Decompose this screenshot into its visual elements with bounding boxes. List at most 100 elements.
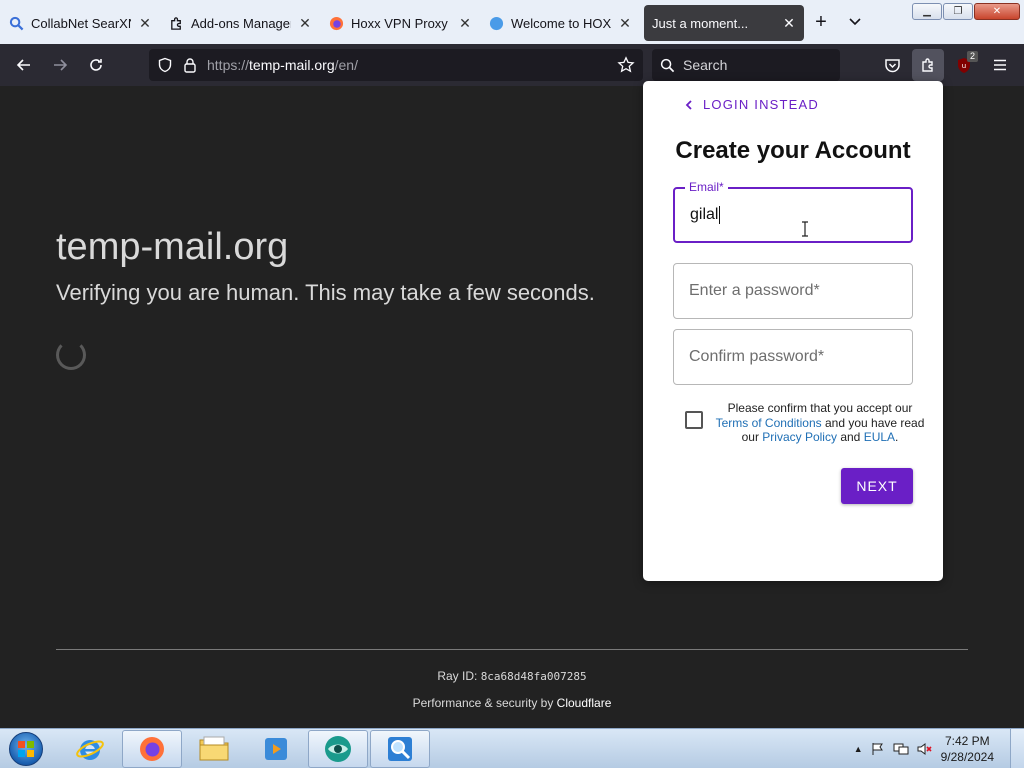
chevron-down-icon bbox=[849, 18, 861, 26]
globe-icon bbox=[488, 15, 504, 31]
menu-button[interactable] bbox=[984, 49, 1016, 81]
blocked-count-badge: 2 bbox=[966, 51, 978, 62]
taskbar-magnifier[interactable] bbox=[370, 729, 430, 768]
reload-button[interactable] bbox=[80, 49, 112, 81]
system-tray: ▲ 7:42 PM 9/28/2024 bbox=[854, 729, 994, 768]
back-button[interactable] bbox=[8, 49, 40, 81]
toolbar-buttons: u 2 bbox=[876, 49, 1016, 81]
internet-explorer-icon bbox=[76, 739, 104, 760]
tab-list-button[interactable] bbox=[838, 4, 872, 40]
text-cursor-icon bbox=[802, 221, 808, 237]
firefox-icon bbox=[140, 736, 164, 761]
verification-message: Verifying you are human. This may take a… bbox=[56, 280, 595, 305]
media-player-icon bbox=[265, 737, 287, 760]
url-bar[interactable]: https://temp-mail.org/en/ bbox=[149, 49, 643, 81]
password-placeholder: Enter a password* bbox=[689, 282, 820, 299]
taskbar-internet-explorer[interactable] bbox=[60, 730, 120, 768]
tab-title: Welcome to HOXX bbox=[511, 15, 611, 31]
search-bar[interactable]: Search bbox=[652, 49, 840, 81]
navigation-bar: https://temp-mail.org/en/ Search u 2 bbox=[0, 44, 1024, 86]
network-icon[interactable] bbox=[893, 742, 909, 756]
forward-arrow-icon bbox=[54, 59, 68, 71]
create-account-popup: LOGIN INSTEAD Create your Account Email*… bbox=[643, 81, 943, 581]
window-controls: ▁ ❐ ✕ bbox=[912, 3, 1020, 20]
tab-hoxx-proxy[interactable]: Hoxx VPN Proxy – G ✕ bbox=[320, 5, 480, 41]
system-clock[interactable]: 7:42 PM 9/28/2024 bbox=[941, 733, 994, 765]
tab-close-icon[interactable]: ✕ bbox=[618, 15, 632, 32]
password-field[interactable]: Enter a password* bbox=[673, 263, 913, 319]
tab-title: Add-ons Manager bbox=[191, 15, 291, 31]
login-instead-link[interactable]: LOGIN INSTEAD bbox=[685, 97, 819, 112]
search-placeholder: Search bbox=[683, 57, 728, 73]
reload-icon bbox=[90, 59, 102, 71]
puzzle-icon bbox=[168, 15, 184, 31]
confirm-password-field[interactable]: Confirm password* bbox=[673, 329, 913, 385]
magnifier-icon bbox=[388, 736, 412, 761]
firefox-icon bbox=[328, 15, 344, 31]
taskbar: ▲ 7:42 PM 9/28/2024 bbox=[0, 728, 1024, 768]
tab-close-icon[interactable]: ✕ bbox=[458, 15, 472, 32]
terms-text: Please confirm that you accept our Terms… bbox=[715, 401, 925, 444]
performance-credit: Performance & security by Cloudflare bbox=[412, 696, 612, 710]
tab-hoxx-welcome[interactable]: Welcome to HOXX ✕ bbox=[480, 5, 640, 41]
ublock-button[interactable]: u 2 bbox=[948, 49, 980, 81]
eula-link[interactable]: EULA bbox=[864, 430, 895, 444]
extensions-button[interactable] bbox=[912, 49, 944, 81]
show-hidden-icons-icon[interactable]: ▲ bbox=[854, 744, 863, 754]
puzzle-icon bbox=[922, 58, 933, 72]
search-icon bbox=[8, 15, 24, 31]
clock-date: 9/28/2024 bbox=[940, 750, 994, 764]
volume-muted-icon[interactable] bbox=[917, 742, 933, 756]
bookmark-star-icon[interactable] bbox=[617, 56, 635, 74]
email-value: gilal bbox=[690, 205, 721, 224]
tab-close-icon[interactable]: ✕ bbox=[138, 15, 152, 32]
terms-checkbox[interactable] bbox=[685, 411, 703, 429]
minimize-button[interactable]: ▁ bbox=[912, 3, 942, 20]
tab-title: CollabNet SearXNG bbox=[31, 15, 131, 31]
svg-text:u: u bbox=[962, 62, 966, 70]
terms-consent: Please confirm that you accept our Terms… bbox=[685, 401, 925, 445]
footer-divider bbox=[56, 649, 968, 650]
privacy-policy-link[interactable]: Privacy Policy bbox=[762, 430, 837, 444]
start-button[interactable] bbox=[0, 729, 52, 768]
pocket-icon bbox=[884, 59, 900, 73]
app-globe-icon bbox=[325, 735, 351, 762]
cloudflare-link[interactable]: Cloudflare bbox=[557, 696, 612, 710]
tab-strip: CollabNet SearXNG ✕ Add-ons Manager ✕ Ho… bbox=[0, 0, 1024, 44]
tab-title: Just a moment... bbox=[652, 15, 749, 31]
windows-logo-icon bbox=[9, 731, 43, 766]
new-tab-button[interactable]: + bbox=[804, 4, 838, 40]
restore-button[interactable]: ❐ bbox=[943, 3, 973, 20]
shield-icon[interactable] bbox=[157, 57, 173, 73]
tab-title: Hoxx VPN Proxy – G bbox=[351, 15, 451, 31]
forward-button[interactable] bbox=[44, 49, 76, 81]
back-arrow-icon bbox=[16, 59, 30, 71]
show-desktop-button[interactable] bbox=[1010, 729, 1024, 768]
tab-searxng[interactable]: CollabNet SearXNG ✕ bbox=[0, 5, 160, 41]
tab-just-a-moment[interactable]: Just a moment... ✕ bbox=[644, 5, 804, 41]
tab-close-icon[interactable]: ✕ bbox=[782, 15, 796, 32]
search-icon bbox=[660, 58, 675, 72]
lock-icon[interactable] bbox=[183, 57, 197, 73]
terms-link[interactable]: Terms of Conditions bbox=[716, 416, 822, 430]
confirm-password-placeholder: Confirm password* bbox=[689, 348, 825, 365]
taskbar-firefox[interactable] bbox=[122, 729, 182, 768]
taskbar-media-player[interactable] bbox=[246, 730, 306, 768]
tab-addons[interactable]: Add-ons Manager ✕ bbox=[160, 5, 320, 41]
loading-spinner-icon bbox=[56, 340, 86, 370]
hamburger-menu-icon bbox=[994, 59, 1006, 71]
taskbar-file-explorer[interactable] bbox=[184, 730, 244, 768]
clock-time: 7:42 PM bbox=[944, 734, 990, 748]
folder-icon bbox=[199, 736, 229, 760]
email-field-label: Email* bbox=[685, 180, 728, 194]
url-text[interactable]: https://temp-mail.org/en/ bbox=[207, 57, 607, 73]
text-caret bbox=[719, 205, 721, 224]
taskbar-app-green[interactable] bbox=[308, 729, 368, 768]
window-close-button[interactable]: ✕ bbox=[974, 3, 1020, 20]
email-field[interactable]: Email* gilal bbox=[673, 180, 913, 243]
next-button[interactable]: NEXT bbox=[841, 468, 913, 504]
ray-id: Ray ID: 8ca68d48fa007285 bbox=[437, 669, 587, 683]
tab-close-icon[interactable]: ✕ bbox=[298, 15, 312, 32]
action-center-flag-icon[interactable] bbox=[871, 742, 885, 756]
pocket-button[interactable] bbox=[876, 49, 908, 81]
